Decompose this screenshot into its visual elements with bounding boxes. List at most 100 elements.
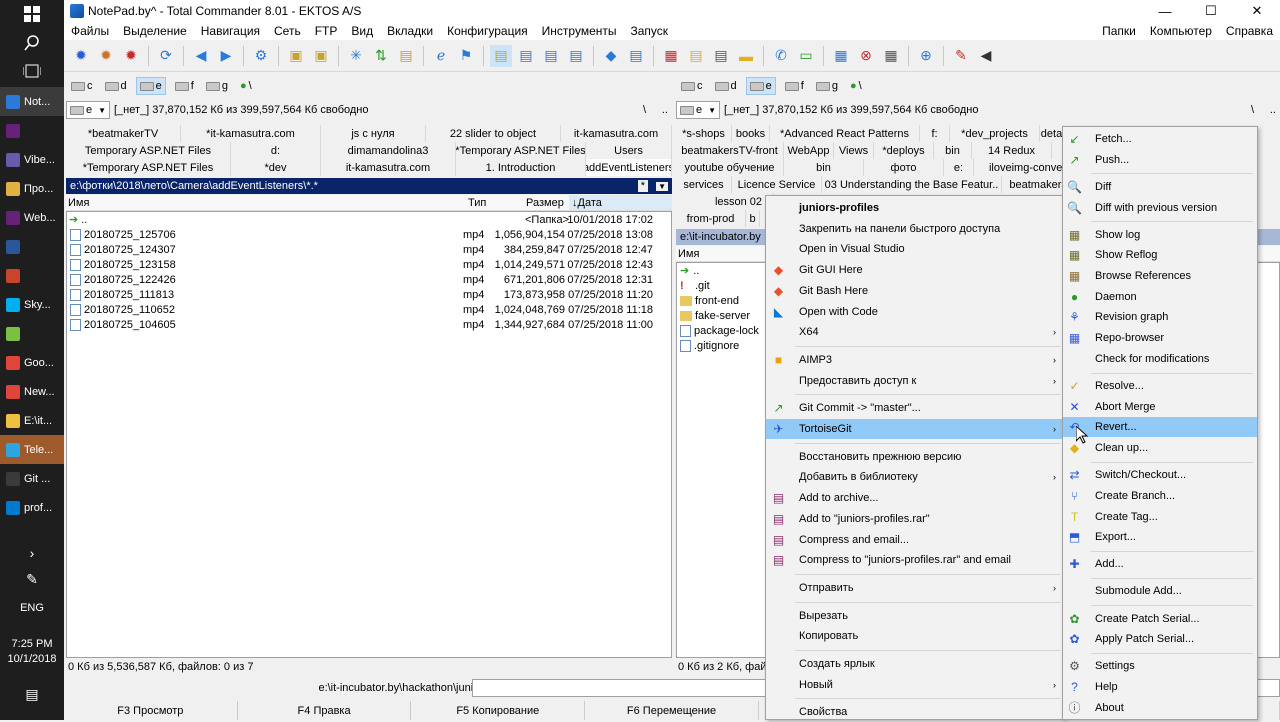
- file-row[interactable]: 20180725_111813 mp4 173,873,958 07/25/2018 …: [67, 287, 671, 302]
- speaker-icon[interactable]: ◀: [975, 45, 997, 67]
- panel-tab[interactable]: *dev: [231, 159, 321, 176]
- panel-tab[interactable]: books: [732, 125, 770, 142]
- taskbar-app[interactable]: Goo...: [0, 348, 64, 377]
- taskbar-app[interactable]: [0, 232, 64, 261]
- panel-tab[interactable]: addEventListeners: [586, 159, 672, 176]
- col-type[interactable]: Тип: [468, 197, 486, 209]
- globe-icon[interactable]: ⊕: [915, 45, 937, 67]
- gear-icon[interactable]: ✹: [70, 45, 92, 67]
- sort-icon[interactable]: ⇅: [370, 45, 392, 67]
- context-menu-item[interactable]: ▦ Browse References: [1063, 266, 1257, 286]
- menu-item[interactable]: Папки: [1095, 24, 1143, 38]
- taskbar-app[interactable]: Not...: [0, 87, 64, 116]
- note-icon[interactable]: ▤: [685, 45, 707, 67]
- context-menu-item[interactable]: ? Help: [1063, 677, 1257, 697]
- panel-tab[interactable]: bin: [784, 159, 864, 176]
- panel-tab[interactable]: from-prod: [676, 210, 746, 227]
- context-menu-item[interactable]: Создать ярлык: [766, 654, 1064, 674]
- context-menu-item[interactable]: ● Daemon: [1063, 287, 1257, 307]
- menu-item[interactable]: Файлы: [64, 24, 116, 38]
- file-row[interactable]: 20180725_124307 mp4 384,259,847 07/25/2018 …: [67, 242, 671, 257]
- context-menu-item[interactable]: T Create Tag...: [1063, 507, 1257, 527]
- panel-tab[interactable]: f:: [920, 125, 950, 142]
- file-row[interactable]: 20180725_123158 mp4 1,014,249,571 07/25/201…: [67, 257, 671, 272]
- ftp-icon[interactable]: ⚑: [455, 45, 477, 67]
- cmd-icon[interactable]: ▦: [880, 45, 902, 67]
- context-menu-item[interactable]: ▤ Compress and email...: [766, 530, 1064, 550]
- taskbar-app[interactable]: [0, 116, 64, 145]
- context-menu-item[interactable]: Submodule Add...: [1063, 581, 1257, 601]
- drive-button[interactable]: g: [203, 77, 231, 95]
- task-view-button[interactable]: [0, 56, 64, 85]
- monitor-icon[interactable]: ▭: [795, 45, 817, 67]
- panel-tab[interactable]: bin: [934, 142, 972, 159]
- context-menu-item[interactable]: X64 ›: [766, 322, 1064, 342]
- context-menu-item[interactable]: ↗ Git Commit -> "master"...: [766, 398, 1064, 418]
- panel-tab[interactable]: *s-shops: [676, 125, 732, 142]
- context-menu-item[interactable]: Предоставить доступ к ›: [766, 371, 1064, 391]
- drive-button[interactable]: ● \: [847, 77, 865, 95]
- ie-icon[interactable]: ℯ: [430, 45, 452, 67]
- context-menu-item[interactable]: ⓘ About: [1063, 698, 1257, 718]
- panel-tab[interactable]: 14 Redux: [972, 142, 1052, 159]
- context-menu-item[interactable]: ◣ Open with Code: [766, 302, 1064, 322]
- eraser-icon[interactable]: ◆: [600, 45, 622, 67]
- panel-tab[interactable]: Users: [586, 142, 672, 159]
- left-drive-combo[interactable]: e ▼: [66, 101, 110, 119]
- language-indicator[interactable]: ENG: [0, 602, 64, 614]
- col-date[interactable]: ↓ Дата: [569, 195, 672, 210]
- taskbar-app[interactable]: Про...: [0, 174, 64, 203]
- plugin-icon[interactable]: ✹: [120, 45, 142, 67]
- context-menu-item[interactable]: Закрепить на панели быстрого доступа: [766, 219, 1064, 239]
- forward-icon[interactable]: ▶: [215, 45, 237, 67]
- context-menu-item[interactable]: ▦ Repo-browser: [1063, 328, 1257, 348]
- context-menu-item[interactable]: ✿ Create Patch Serial...: [1063, 609, 1257, 629]
- context-menu-item[interactable]: ⬒ Export...: [1063, 527, 1257, 547]
- taskbar-app[interactable]: Tele...: [0, 435, 64, 464]
- panel-tab[interactable]: 1. Introduction: [456, 159, 586, 176]
- start-button[interactable]: [0, 0, 64, 27]
- context-menu-item[interactable]: ⚘ Revision graph: [1063, 307, 1257, 327]
- phone-icon[interactable]: ✆: [770, 45, 792, 67]
- unpack-icon[interactable]: ▣: [310, 45, 332, 67]
- panel-tab[interactable]: Licence Service: [732, 176, 822, 193]
- drive-button[interactable]: e: [745, 77, 776, 95]
- menu-item[interactable]: Запуск: [624, 24, 676, 38]
- context-menu-item[interactable]: juniors-profiles: [766, 198, 1064, 218]
- context-menu-item[interactable]: ↗ Push...: [1063, 150, 1257, 170]
- panel-tab[interactable]: *it-kamasutra.com: [181, 125, 321, 142]
- file-row[interactable]: 20180725_110652 mp4 1,024,048,769 07/25/201…: [67, 302, 671, 317]
- notes-icon[interactable]: ▤: [395, 45, 417, 67]
- context-menu-item[interactable]: ▦ Show log: [1063, 225, 1257, 245]
- panel-tab[interactable]: js с нуля: [321, 125, 426, 142]
- context-menu-item[interactable]: ◆ Clean up...: [1063, 438, 1257, 458]
- left-root-button[interactable]: \: [643, 104, 646, 116]
- maximize-button[interactable]: ☐: [1188, 0, 1234, 22]
- menu-item[interactable]: Конфигурация: [440, 24, 535, 38]
- drive-button[interactable]: c: [678, 77, 706, 95]
- context-menu-item[interactable]: ▦ Show Reflog: [1063, 245, 1257, 265]
- right-drive-combo[interactable]: e ▼: [676, 101, 720, 119]
- col-size[interactable]: Размер: [526, 197, 564, 209]
- menu-item[interactable]: FTP: [308, 24, 345, 38]
- panel-tab[interactable]: deta: [1040, 125, 1064, 142]
- context-menu-item[interactable]: ✿ Apply Patch Serial...: [1063, 629, 1257, 649]
- right-root-button[interactable]: \: [1251, 104, 1254, 116]
- panel-tab[interactable]: Temporary ASP.NET Files: [66, 142, 231, 159]
- files-icon[interactable]: ▤: [625, 45, 647, 67]
- function-key-button[interactable]: F3 Просмотр: [64, 701, 238, 720]
- context-menu-item[interactable]: Check for modifications: [1063, 349, 1257, 369]
- function-key-button[interactable]: F5 Копирование: [411, 701, 586, 720]
- table-icon[interactable]: ▦: [660, 45, 682, 67]
- context-menu-item[interactable]: ▤ Add to "juniors-profiles.rar": [766, 509, 1064, 529]
- taskbar-app[interactable]: Sky...: [0, 290, 64, 319]
- panel-tab[interactable]: 03 Understanding the Base Featur..: [822, 176, 1002, 193]
- refresh-icon[interactable]: ⟳: [155, 45, 177, 67]
- taskbar-app[interactable]: Vibe...: [0, 145, 64, 174]
- col-name[interactable]: Имя: [678, 248, 699, 260]
- doc-icon[interactable]: ▤: [710, 45, 732, 67]
- context-menu-item[interactable]: ⇄ Switch/Checkout...: [1063, 465, 1257, 485]
- close-button[interactable]: ✕: [1234, 0, 1280, 22]
- context-menu-item[interactable]: ▤ Add to archive...: [766, 488, 1064, 508]
- taskbar-app[interactable]: Git ...: [0, 464, 64, 493]
